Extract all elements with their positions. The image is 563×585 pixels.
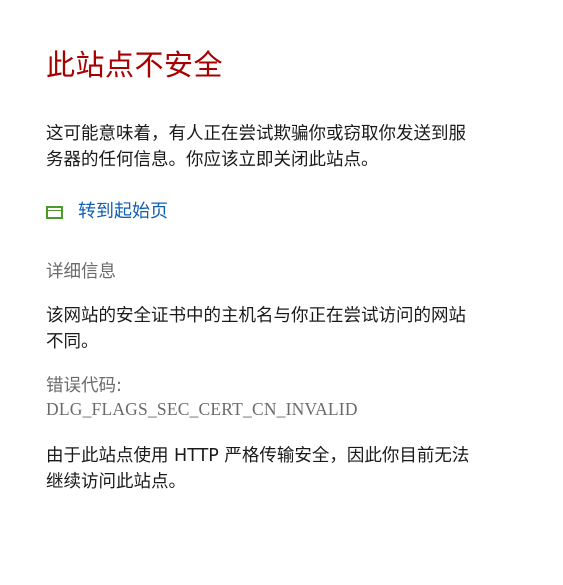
error-page: 此站点不安全 这可能意味着，有人正在尝试欺骗你或窃取你发送到服务器的任何信息。你… <box>0 0 563 585</box>
go-to-start-page-link[interactable]: 转到起始页 <box>46 197 168 223</box>
details-heading[interactable]: 详细信息 <box>46 258 116 283</box>
go-to-start-page-label: 转到起始页 <box>78 201 168 222</box>
window-icon <box>46 205 63 219</box>
error-code-value: DLG_FLAGS_SEC_CERT_CN_INVALID <box>46 399 358 419</box>
hsts-notice: 由于此站点使用 HTTP 严格传输安全，因此你目前无法继续访问此站点。 <box>46 446 470 492</box>
warning-description: 这可能意味着，有人正在尝试欺骗你或窃取你发送到服务器的任何信息。你应该立即关闭此… <box>46 124 466 170</box>
error-code-label: 错误代码: <box>46 376 122 396</box>
page-title: 此站点不安全 <box>46 48 224 82</box>
hostname-mismatch-text: 该网站的安全证书中的主机名与你正在尝试访问的网站不同。 <box>46 306 466 352</box>
